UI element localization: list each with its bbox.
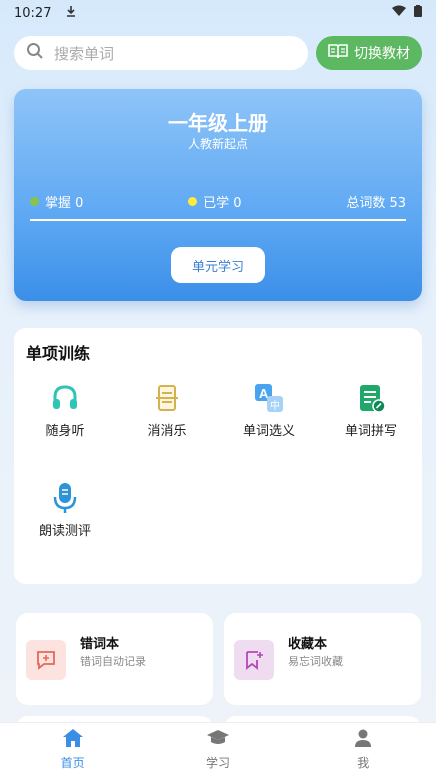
search-icon bbox=[26, 42, 44, 64]
favorites-card[interactable]: 收藏本 易忘词收藏 bbox=[224, 613, 421, 705]
nav-study-label: 学习 bbox=[205, 756, 230, 770]
mastered-label: 掌握 0 bbox=[45, 196, 84, 211]
practice-item-meaning[interactable]: A中 单词选义 bbox=[224, 382, 314, 439]
search-placeholder: 搜索单词 bbox=[54, 44, 115, 63]
switch-textbook-button[interactable]: 切换教材 bbox=[316, 36, 422, 70]
mastered-dot-icon bbox=[30, 197, 39, 206]
graduation-cap-icon bbox=[206, 728, 230, 751]
nav-home[interactable]: 首页 bbox=[33, 728, 113, 771]
practice-label-listen: 随身听 bbox=[45, 424, 85, 439]
practice-item-spelling[interactable]: 单词拼写 bbox=[326, 382, 416, 439]
nav-study[interactable]: 学习 bbox=[178, 728, 258, 771]
status-time: 10:27 bbox=[14, 5, 52, 21]
learned-stat: 已学 0 bbox=[188, 192, 242, 211]
total-label: 总词数 53 bbox=[346, 196, 406, 211]
microphone-icon bbox=[49, 482, 81, 514]
textbook-title: 一年级上册 bbox=[168, 111, 268, 135]
learned-label: 已学 0 bbox=[203, 196, 242, 211]
battery-icon bbox=[414, 5, 422, 21]
search-input[interactable]: 搜索单词 bbox=[14, 36, 308, 70]
practice-label-meaning: 单词选义 bbox=[242, 424, 295, 439]
textbook-subtitle: 人教新起点 bbox=[187, 137, 248, 151]
svg-text:中: 中 bbox=[270, 399, 280, 412]
practice-label-spelling: 单词拼写 bbox=[344, 424, 397, 439]
textbook-card: 一年级上册 人教新起点 掌握 0 已学 0 总词数 53 单元学习 bbox=[14, 89, 422, 301]
wrong-words-subtitle: 错词自动记录 bbox=[80, 655, 146, 668]
spelling-icon bbox=[355, 382, 387, 414]
nav-me[interactable]: 我 bbox=[323, 728, 403, 771]
practice-item-reading[interactable]: 朗读测评 bbox=[20, 482, 110, 539]
practice-item-match[interactable]: 消消乐 bbox=[122, 382, 212, 439]
search-row: 搜索单词 切换教材 bbox=[14, 36, 422, 70]
nav-home-label: 首页 bbox=[60, 756, 85, 770]
unit-study-button[interactable]: 单元学习 bbox=[171, 247, 265, 283]
favorites-icon bbox=[234, 640, 274, 680]
practice-label-match: 消消乐 bbox=[147, 424, 187, 439]
wrong-words-title: 错词本 bbox=[80, 637, 120, 652]
word-stats: 掌握 0 已学 0 总词数 53 bbox=[30, 192, 406, 211]
learned-dot-icon bbox=[188, 197, 198, 206]
favorites-subtitle: 易忘词收藏 bbox=[288, 655, 343, 668]
book-icon bbox=[328, 43, 348, 63]
wrong-words-card[interactable]: 错词本 错词自动记录 bbox=[16, 613, 213, 705]
switch-textbook-label: 切换教材 bbox=[354, 46, 410, 62]
favorites-title: 收藏本 bbox=[288, 637, 328, 652]
mastered-stat: 掌握 0 bbox=[30, 192, 83, 211]
wifi-icon bbox=[392, 5, 406, 21]
practice-title: 单项训练 bbox=[26, 344, 91, 363]
nav-me-label: 我 bbox=[357, 756, 370, 770]
person-icon bbox=[353, 728, 373, 751]
cards-icon bbox=[151, 382, 183, 414]
headphones-icon bbox=[49, 382, 81, 414]
total-stat: 总词数 53 bbox=[346, 192, 406, 211]
bottom-nav: 首页 学习 我 bbox=[0, 722, 436, 776]
download-icon bbox=[65, 5, 77, 21]
status-bar: 10:27 bbox=[0, 0, 436, 26]
translate-icon: A中 bbox=[253, 382, 285, 414]
practice-section: 单项训练 随身听 消消乐 A中 单词选义 单词拼写 朗读测评 bbox=[14, 328, 422, 584]
progress-line bbox=[30, 219, 406, 221]
practice-item-listen[interactable]: 随身听 bbox=[20, 382, 110, 439]
home-icon bbox=[62, 728, 84, 751]
wrong-words-icon bbox=[26, 640, 66, 680]
practice-label-reading: 朗读测评 bbox=[38, 524, 91, 539]
